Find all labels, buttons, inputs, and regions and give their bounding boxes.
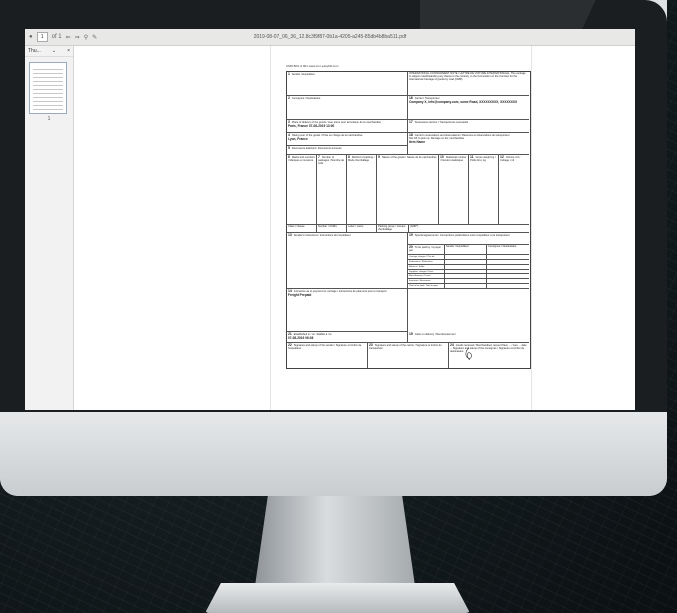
convention-text: INTERNATIONAL CONSIGNMENT NOTE / LETTRE …: [408, 72, 529, 96]
paid-by-consignee: Consignee / Destinataire: [487, 245, 529, 255]
col-packing: 8 Method of packing / Mode d'emballage: [347, 155, 377, 225]
cash-on-delivery: 15 Cash on delivery / Remboursement: [408, 332, 529, 343]
payment-row-label: Total to be paid / Total à payer: [408, 284, 445, 289]
carrier-signature: 23 Signature and stamp of the carrier / S…: [368, 343, 449, 368]
monitor-chin: [0, 412, 667, 496]
successive-carriers: 17 Successive carriers / Transporteurs su…: [408, 120, 529, 133]
annotate-icon[interactable]: ✎: [92, 34, 97, 41]
sender-box: 1 Sender / Expéditeur: [287, 72, 408, 96]
packing-group: Packing group / Groupe d'emballage: [377, 225, 409, 233]
next-page-icon[interactable]: ⇒: [75, 34, 80, 41]
sidebar: Thu... ⌄ × 1: [25, 46, 74, 410]
adr: (ADR*): [409, 225, 529, 233]
col-marks: 6 Marks and numbers / Marques et numéros: [287, 155, 317, 225]
menu-icon[interactable]: ●: [29, 34, 33, 40]
consignee-box: 2 Consignee / Destinataire: [287, 96, 408, 120]
thumbnail-page-number: 1: [47, 116, 51, 122]
cmr-form: 1 Sender / Expéditeur INTERNATIONAL CONSI…: [286, 71, 531, 369]
un-class: Class / Classe: [287, 225, 317, 233]
established: 21 Established in / on / Etablie à / le 07…: [287, 332, 408, 343]
pdf-viewer-window: ● 1 of 1 ⇐ ⇒ ⚲ ✎ 2019-08-07_06_36_12.8c3…: [25, 29, 635, 410]
page-thumbnail[interactable]: [29, 62, 67, 114]
takeover-place: 4 Taking over of the goods / Prise en cha…: [287, 133, 408, 146]
payment-row-consignee: [487, 284, 529, 289]
window-title: 2019-08-07_06_36_12.8c3f9f87-0b1a-4205-a…: [253, 34, 407, 40]
col-gross-weight: 11 Gross weight kg / Poids brut, kg: [469, 155, 499, 225]
titlebar: ● 1 of 1 ⇐ ⇒ ⚲ ✎ 2019-08-07_06_36_12.8c3…: [25, 29, 635, 46]
delivery-place: 3 Place of delivery of the goods / Lieu p…: [287, 120, 408, 133]
special-agreements: 19 Special agreements / Conventions parti…: [408, 233, 529, 245]
payment-instructions: 14 Instruction as to payment for carriage…: [287, 289, 408, 332]
doc-header: CMR BOL # 001 www.cmr-easybill.com: [286, 64, 339, 68]
handwritten-signature: [465, 347, 472, 361]
close-icon[interactable]: ×: [67, 48, 70, 54]
un-letter: Letter / Lettre: [347, 225, 377, 233]
chevron-down-icon[interactable]: ⌄: [52, 48, 56, 54]
page-total: of 1: [51, 34, 62, 40]
payment-row-sender: [445, 284, 487, 289]
sender-instructions: 13 Sender's instructions / Instructions d…: [287, 233, 408, 289]
col-packages: 7 Number of packages / Nombre de colis: [317, 155, 347, 225]
col-statistical: 10 Statistical number / Numéro statistiqu…: [439, 155, 469, 225]
to-be-paid-by: 20 To be paid by / A payer par: [408, 245, 445, 255]
col-volume: 12 Volume m3 / Cubage, m3: [499, 155, 529, 225]
paid-by-sender: Sender / Expéditeur: [445, 245, 487, 255]
un-number: Number / Chiffre: [317, 225, 347, 233]
col-nature: 9 Nature of the goods / Nature de la marc…: [377, 155, 439, 225]
monitor-stand-base: [205, 583, 470, 613]
sender-signature: 22 Signature and stamp of the sender / Si…: [287, 343, 368, 368]
monitor-stand-neck: [255, 496, 415, 586]
document-view[interactable]: CMR BOL # 001 www.cmr-easybill.com 1 Send…: [74, 46, 635, 410]
search-icon[interactable]: ⚲: [84, 34, 88, 41]
prev-page-icon[interactable]: ⇐: [66, 34, 71, 41]
consignee-signature: 24 Goods received / Marchandises reçues P…: [450, 343, 527, 353]
carrier-reservations: 18 Carrier's reservations and observation…: [408, 133, 529, 155]
page-number-input[interactable]: 1: [36, 32, 48, 42]
documents-attached: 5 Documents attached / Documents annexés: [287, 146, 408, 155]
carrier-box: 16 Carrier / Transporteur Company X, info@…: [408, 96, 529, 120]
sidebar-mode-select[interactable]: Thu...: [28, 48, 41, 54]
